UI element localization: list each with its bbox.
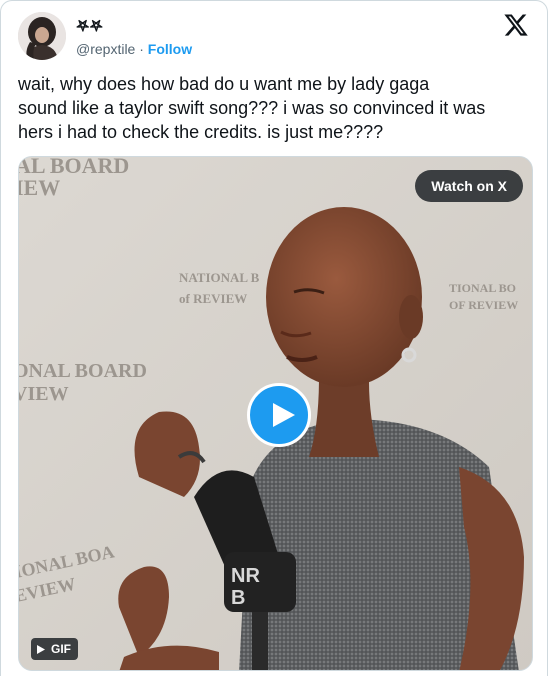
avatar[interactable] <box>18 12 66 60</box>
gif-play-icon <box>37 644 45 654</box>
author-handle[interactable]: @repxtile <box>76 41 135 57</box>
media-video[interactable]: AL BOARD IEW NATIONAL B of REVIEW ONAL B… <box>18 156 533 671</box>
follow-button[interactable]: Follow <box>148 41 192 57</box>
gif-label: GIF <box>51 642 71 656</box>
backdrop-text: TIONAL BO <box>449 281 516 295</box>
svg-text:B: B <box>231 587 245 609</box>
backdrop-text: of REVIEW <box>179 291 247 306</box>
watch-on-x-button[interactable]: Watch on X <box>415 170 523 202</box>
play-icon <box>273 403 295 427</box>
author-name[interactable]: 𖤐𖤐 <box>76 18 103 36</box>
tweet-header: 𖤐𖤐 @repxtile · Follow <box>18 12 535 60</box>
tweet-card: 𖤐𖤐 @repxtile · Follow wait, why does how… <box>0 0 548 676</box>
gif-badge: GIF <box>31 638 78 660</box>
backdrop-text: ONAL BOARD <box>19 360 147 382</box>
play-button[interactable] <box>247 383 311 447</box>
handle-line: @repxtile · Follow <box>76 40 192 58</box>
tweet-text: wait, why does how bad do u want me by l… <box>18 74 486 142</box>
x-logo-icon[interactable] <box>503 12 529 38</box>
separator-dot: · <box>139 41 144 57</box>
backdrop-text: VIEW <box>19 383 69 405</box>
backdrop-text: IEW <box>19 175 60 200</box>
backdrop-text: NATIONAL B <box>179 270 260 285</box>
backdrop-text: OF REVIEW <box>449 298 518 312</box>
svg-text:NR: NR <box>231 565 260 587</box>
